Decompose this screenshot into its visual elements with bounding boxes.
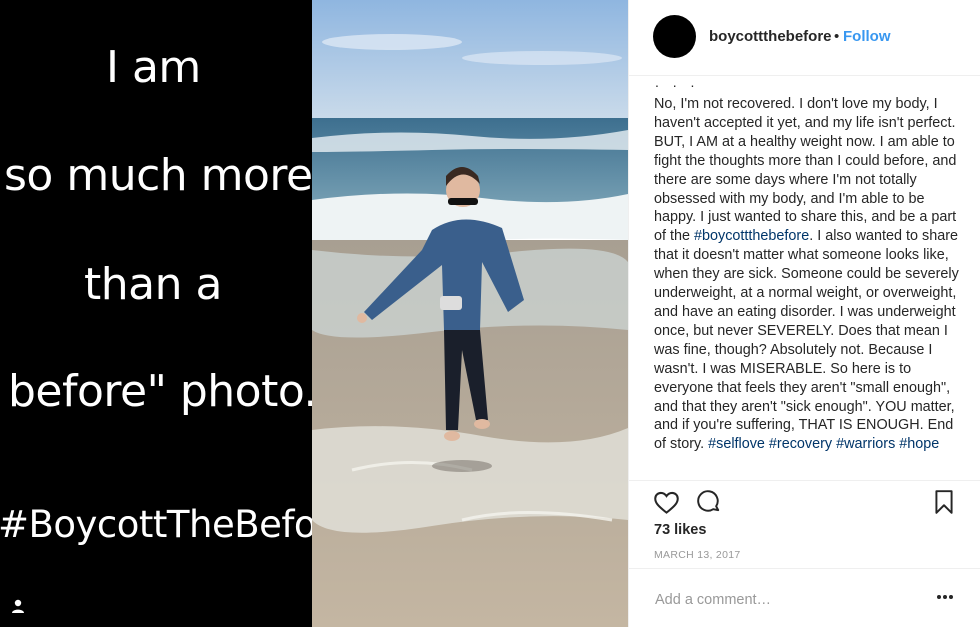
image-text-hashtag: #BoycottTheBefore xyxy=(0,503,312,546)
post-details-panel: boycottthebefore • Follow . . . No, I'm … xyxy=(628,0,980,627)
post-date: MARCH 13, 2017 xyxy=(654,549,741,561)
post-caption: No, I'm not recovered. I don't love my b… xyxy=(654,95,959,454)
hashtag-link[interactable]: #selflove xyxy=(708,436,765,452)
avatar[interactable] xyxy=(653,15,696,58)
image-text-line: I am xyxy=(106,42,201,93)
hashtag-link[interactable]: #warriors xyxy=(836,436,895,452)
follow-button[interactable]: Follow xyxy=(843,28,891,45)
post-image-text-panel: I am so much more than a before" photo. … xyxy=(0,0,312,627)
comment-input[interactable] xyxy=(655,589,915,611)
post-photo-beach xyxy=(312,0,628,627)
caption-text: . I also wanted to share that it doesn't… xyxy=(654,228,959,453)
username-link[interactable]: boycottthebefore xyxy=(709,28,832,45)
header-separator: • xyxy=(834,28,840,45)
user-tag-icon[interactable] xyxy=(10,598,26,614)
caption-text: No, I'm not recovered. I don't love my b… xyxy=(654,96,957,245)
bookmark-icon[interactable] xyxy=(933,489,955,515)
comment-bar xyxy=(629,568,980,627)
likes-count[interactable]: 73 likes xyxy=(654,522,706,538)
comment-icon[interactable] xyxy=(696,489,722,515)
caption-ellipsis: . . . xyxy=(655,74,700,90)
more-icon[interactable] xyxy=(936,593,954,601)
image-text-line: before" photo. xyxy=(8,366,312,417)
post-actions xyxy=(629,480,980,520)
beach-photo-illustration xyxy=(312,0,628,627)
image-text-line: so much more xyxy=(4,150,312,201)
heart-icon[interactable] xyxy=(653,489,680,516)
image-text-line: than a xyxy=(84,259,222,310)
hashtag-link[interactable]: #boycottthebefore xyxy=(694,228,809,244)
hashtag-link[interactable]: #hope xyxy=(899,436,939,452)
post-header: boycottthebefore • Follow xyxy=(629,0,980,76)
hashtag-link[interactable]: #recovery xyxy=(769,436,832,452)
